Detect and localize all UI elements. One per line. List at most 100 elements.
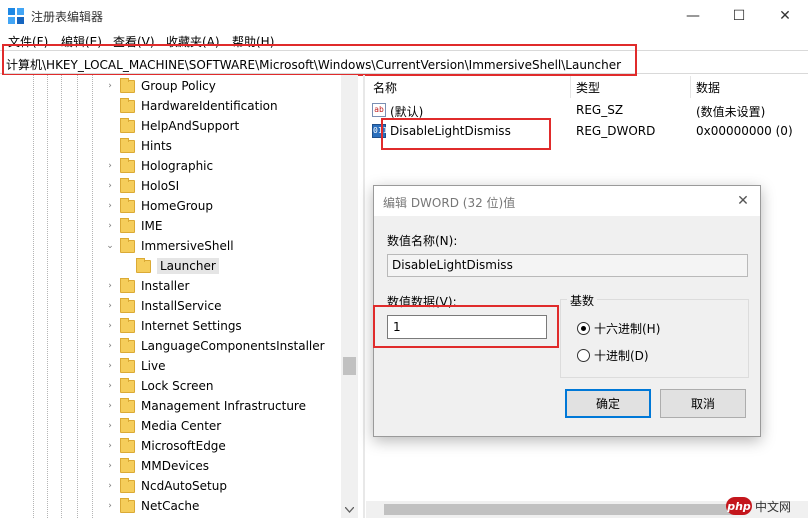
title-bar: 注册表编辑器 — ☐ ✕	[0, 0, 808, 31]
tree-item-label: HardwareIdentification	[141, 99, 278, 113]
tree-scrollbar[interactable]	[341, 75, 358, 518]
tree-item-label: MMDevices	[141, 459, 209, 473]
tree-item[interactable]: Hints	[120, 136, 172, 156]
close-button[interactable]: ✕	[762, 0, 808, 31]
expand-chevron-icon[interactable]: ›	[105, 501, 115, 511]
folder-icon	[120, 377, 135, 393]
expand-chevron-icon[interactable]: ›	[105, 421, 115, 431]
expand-chevron-icon[interactable]: ›	[105, 461, 115, 471]
tree-item[interactable]: › InstallService	[108, 296, 222, 316]
scroll-down-icon[interactable]	[345, 507, 354, 513]
string-value-icon: ab	[372, 103, 386, 117]
value-name-field: DisableLightDismiss	[387, 254, 748, 277]
folder-icon	[120, 317, 135, 333]
radio-checked-icon[interactable]	[577, 322, 590, 335]
base-label: 基数	[567, 292, 598, 309]
tree-item[interactable]: › Lock Screen	[108, 376, 214, 396]
column-name[interactable]: 名称	[373, 79, 397, 96]
value-data: 0x00000000 (0)	[696, 124, 793, 138]
dialog-close-button[interactable]: ✕	[732, 190, 754, 212]
expand-chevron-icon[interactable]: ›	[105, 181, 115, 191]
tree-item-label: Media Center	[141, 419, 222, 433]
watermark: php 中文网	[726, 496, 791, 516]
tree-item-label: IME	[141, 219, 163, 233]
expand-chevron-icon[interactable]: ›	[105, 201, 115, 211]
tree-item[interactable]: › HoloSI	[108, 176, 179, 196]
tree-item[interactable]: › IME	[108, 216, 163, 236]
tree-item-label: NcdAutoSetup	[141, 479, 227, 493]
tree-item[interactable]: › Management Infrastructure	[108, 396, 306, 416]
folder-icon	[120, 337, 135, 353]
radio-decimal[interactable]: 十进制(D)	[577, 347, 649, 364]
tree-item[interactable]: › Media Center	[108, 416, 222, 436]
folder-icon	[120, 177, 135, 193]
column-type[interactable]: 类型	[576, 79, 600, 96]
tree-item[interactable]: › MMDevices	[108, 456, 209, 476]
folder-icon	[120, 97, 135, 113]
radio-hexadecimal[interactable]: 十六进制(H)	[577, 320, 660, 337]
tree-item-label: Group Policy	[141, 79, 216, 93]
expand-chevron-icon[interactable]: ›	[105, 341, 115, 351]
value-highlight-box	[381, 118, 551, 150]
cancel-button[interactable]: 取消	[660, 389, 746, 418]
tree-item[interactable]: HelpAndSupport	[120, 116, 239, 136]
expand-chevron-icon[interactable]: ›	[105, 281, 115, 291]
value-type: REG_DWORD	[576, 124, 656, 138]
tree-item-label: Lock Screen	[141, 379, 214, 393]
watermark-text: 中文网	[755, 499, 792, 514]
expand-chevron-icon[interactable]: ›	[105, 481, 115, 491]
tree-item[interactable]: Launcher	[136, 256, 219, 276]
tree-item-label: InstallService	[141, 299, 222, 313]
tree-item-label: LanguageComponentsInstaller	[141, 339, 325, 353]
tree-item[interactable]: › MicrosoftEdge	[108, 436, 226, 456]
tree-item[interactable]: › Live	[108, 356, 166, 376]
folder-icon	[120, 137, 135, 153]
radio-hex-label: 十六进制(H)	[594, 322, 661, 336]
radio-unchecked-icon[interactable]	[577, 349, 590, 362]
tree-item[interactable]: › Group Policy	[108, 76, 216, 96]
folder-icon	[120, 357, 135, 373]
folder-icon	[136, 257, 151, 273]
expand-chevron-icon[interactable]: ›	[105, 381, 115, 391]
tree-item[interactable]: › LanguageComponentsInstaller	[108, 336, 325, 356]
tree-item-label: Launcher	[157, 258, 219, 274]
dialog-title-bar: 编辑 DWORD (32 位)值 ✕	[374, 186, 760, 216]
expand-chevron-icon[interactable]: ›	[105, 221, 115, 231]
tree-item[interactable]: › Installer	[108, 276, 190, 296]
radio-decimal-label: 十进制(D)	[594, 349, 649, 363]
ok-button[interactable]: 确定	[565, 389, 651, 418]
expand-chevron-icon[interactable]: ›	[105, 401, 115, 411]
expand-chevron-icon[interactable]: ›	[105, 81, 115, 91]
list-scrollbar-thumb[interactable]	[384, 504, 734, 515]
tree-item-label: Live	[141, 359, 166, 373]
tree-item[interactable]: › HomeGroup	[108, 196, 213, 216]
column-data[interactable]: 数据	[696, 79, 720, 96]
collapse-chevron-icon[interactable]: ⌄	[105, 241, 115, 251]
expand-chevron-icon[interactable]: ›	[105, 441, 115, 451]
tree-item[interactable]: › NetCache	[108, 496, 200, 516]
expand-chevron-icon[interactable]: ›	[105, 161, 115, 171]
tree-item-label: Management Infrastructure	[141, 399, 306, 413]
expand-chevron-icon[interactable]: ›	[105, 361, 115, 371]
tree-item-label: NetCache	[141, 499, 200, 513]
minimize-button[interactable]: —	[670, 0, 716, 31]
tree-item[interactable]: › NcdAutoSetup	[108, 476, 227, 496]
pane-splitter[interactable]	[363, 75, 365, 518]
folder-icon	[120, 477, 135, 493]
address-highlight-box	[2, 44, 637, 76]
expand-chevron-icon[interactable]: ›	[105, 321, 115, 331]
registry-tree[interactable]: › Group Policy HardwareIdentification HelpA…	[0, 75, 358, 518]
php-logo: php	[726, 497, 752, 515]
tree-item[interactable]: › Holographic	[108, 156, 213, 176]
tree-item-label: Installer	[141, 279, 190, 293]
tree-scrollbar-thumb[interactable]	[343, 357, 356, 375]
folder-icon	[120, 457, 135, 473]
maximize-button[interactable]: ☐	[716, 0, 762, 31]
window-title: 注册表编辑器	[31, 10, 104, 24]
base-group	[560, 299, 749, 378]
tree-item[interactable]: › Internet Settings	[108, 316, 242, 336]
tree-item[interactable]: HardwareIdentification	[120, 96, 278, 116]
tree-item[interactable]: ⌄ ImmersiveShell	[106, 236, 234, 256]
value-data: (数值未设置)	[696, 105, 766, 119]
expand-chevron-icon[interactable]: ›	[105, 301, 115, 311]
